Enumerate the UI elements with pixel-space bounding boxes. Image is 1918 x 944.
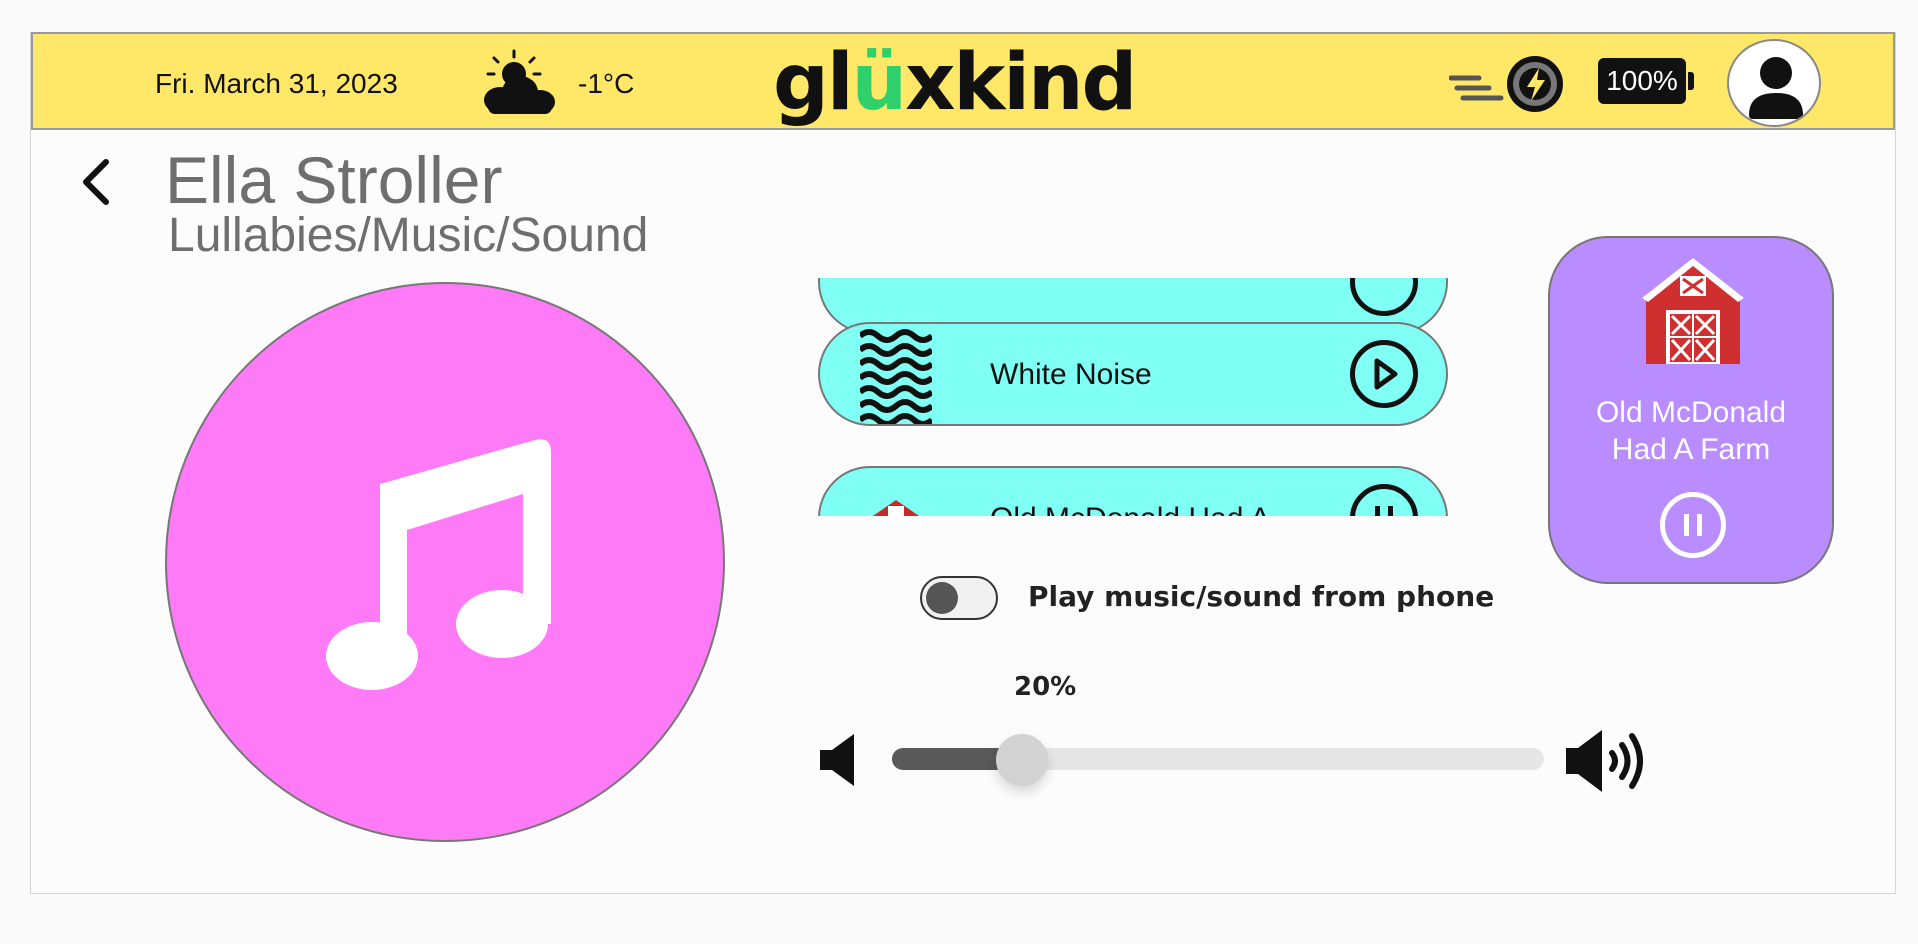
- toggle-knob: [926, 582, 958, 614]
- barn-icon: [1642, 258, 1744, 364]
- top-bar: Fri. March 31, 2023 -1°C glüxkind 100%: [31, 32, 1895, 130]
- pause-button[interactable]: [1660, 492, 1726, 558]
- now-playing-card[interactable]: Old McDonald Had A Farm: [1548, 236, 1834, 584]
- pause-button[interactable]: [1350, 484, 1418, 516]
- music-hero-circle: [165, 282, 725, 842]
- volume-high-icon[interactable]: [1564, 726, 1650, 796]
- temperature: -1°C: [578, 68, 635, 99]
- brand-logo: glüxkind: [773, 38, 1137, 128]
- phone-audio-toggle-label: Play music/sound from phone: [1028, 580, 1495, 613]
- brake-lightning-icon[interactable]: [1449, 54, 1569, 114]
- waves-icon: [860, 329, 932, 424]
- list-item[interactable]: White Noise: [818, 322, 1448, 426]
- play-button[interactable]: [1350, 340, 1418, 408]
- date-display: Fri. March 31, 2023: [155, 68, 398, 99]
- volume-slider[interactable]: [892, 734, 1544, 786]
- list-item-label: White Noise: [990, 358, 1152, 391]
- partly-cloudy-sun-icon: [484, 49, 555, 114]
- list-item-label: Old McDonald Had A: [990, 502, 1270, 516]
- play-icon[interactable]: [1350, 278, 1418, 316]
- now-playing-title: Old McDonald Had A Farm: [1595, 396, 1787, 466]
- barn-icon: [872, 500, 920, 516]
- battery-indicator: 100%: [1598, 58, 1694, 104]
- chevron-left-icon[interactable]: [76, 152, 120, 212]
- page-subtitle: Lullabies/Music/Sound: [168, 209, 649, 262]
- music-note-icon: [326, 439, 551, 690]
- volume-percent: 20%: [1014, 672, 1077, 702]
- page-title: Ella Stroller: [165, 143, 503, 217]
- list-item[interactable]: Old McDonald Had A: [818, 466, 1448, 516]
- volume-thumb[interactable]: [996, 734, 1049, 786]
- volume-low-icon[interactable]: [818, 730, 860, 790]
- phone-audio-toggle[interactable]: [920, 576, 998, 620]
- user-icon[interactable]: [1727, 39, 1821, 127]
- playlist[interactable]: White Noise Old McDonald Had A: [815, 278, 1455, 516]
